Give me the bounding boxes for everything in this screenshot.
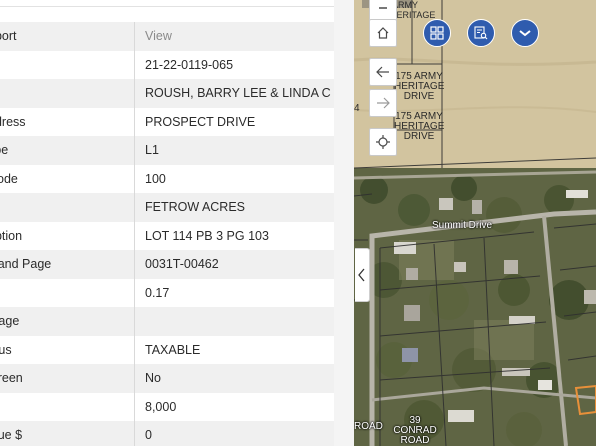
- attribute-label-cell: ddress: [0, 107, 135, 136]
- attribute-label: eport: [0, 29, 17, 44]
- attribute-row: s0.17: [0, 278, 334, 307]
- locate-button[interactable]: [369, 128, 397, 156]
- panel-scroll-gutter[interactable]: [334, 0, 354, 446]
- attribute-label: atus: [0, 342, 12, 357]
- attribute-row: $8,000: [0, 392, 334, 421]
- collapse-panel-button[interactable]: [355, 248, 370, 302]
- chevron-left-icon: [358, 268, 365, 282]
- arrow-left-icon: [376, 66, 389, 78]
- attribute-value: [134, 307, 334, 336]
- attribute-label-cell: alue $: [0, 421, 135, 446]
- attribute-value: 0: [134, 421, 334, 446]
- chevron-down-icon: [519, 30, 531, 37]
- attribute-row: ROUSH, BARRY LEE & LINDA C: [0, 79, 334, 108]
- attribute-row: otage: [0, 307, 334, 336]
- attribute-label: otage: [0, 314, 20, 329]
- arrow-right-icon: [377, 97, 390, 109]
- attribute-value: 21-22-0119-065: [134, 50, 334, 79]
- attribute-label-cell: [0, 50, 135, 79]
- attribute-label-cell: [0, 79, 135, 108]
- basemap-gallery-button[interactable]: [423, 19, 451, 47]
- attribute-value: 100: [134, 164, 334, 193]
- attribute-label-cell: s: [0, 278, 135, 307]
- parcel-number-label: 4: [354, 103, 360, 114]
- attribute-label-cell: eport: [0, 22, 135, 51]
- home-button[interactable]: [369, 19, 397, 47]
- collapse-toolbar-button[interactable]: [511, 19, 539, 47]
- panel-header: [0, 0, 334, 20]
- attribute-label-cell: $: [0, 392, 135, 421]
- attribute-label: k and Page: [0, 257, 52, 272]
- attribute-value: TAXABLE: [134, 335, 334, 364]
- locate-icon: [376, 135, 390, 149]
- road-label-road: ROAD: [354, 421, 383, 432]
- next-extent-button[interactable]: [369, 89, 397, 117]
- attribute-label-cell: otage: [0, 307, 135, 336]
- parcel-label-conrad: 39 CONRAD ROAD: [393, 415, 437, 446]
- attribute-row: ype L1: [0, 136, 334, 165]
- attribute-label-cell: ription: [0, 221, 135, 250]
- attribute-row: eport View: [0, 22, 334, 51]
- attribute-value: L1: [134, 136, 334, 165]
- attribute-value: LOT 114 PB 3 PG 103: [134, 221, 334, 250]
- road-label-summit: Summit Drive: [432, 220, 493, 231]
- attribute-value: FETROW ACRES: [134, 193, 334, 222]
- attribute-label: Code: [0, 171, 18, 186]
- attribute-row: ddress PROSPECT DRIVE: [0, 107, 334, 136]
- attribute-label-cell: atus: [0, 335, 135, 364]
- attribute-label: ription: [0, 228, 23, 243]
- search-list-icon: [474, 26, 488, 40]
- attribute-value: ROUSH, BARRY LEE & LINDA C: [134, 79, 334, 108]
- attribute-row: 21-22-0119-065: [0, 50, 334, 79]
- view-report-link[interactable]: View: [134, 22, 334, 51]
- previous-extent-button[interactable]: [369, 58, 397, 86]
- attribute-label: alue $: [0, 428, 23, 443]
- attribute-row: Green No: [0, 364, 334, 393]
- attribute-label: Green: [0, 371, 23, 386]
- attribute-value: 0.17: [134, 278, 334, 307]
- attribute-row: ription LOT 114 PB 3 PG 103: [0, 221, 334, 250]
- attribute-row: nFETROW ACRES: [0, 193, 334, 222]
- attribute-table: eport View21-22-0119-065ROUSH, BARRY LEE …: [0, 22, 334, 446]
- attribute-value: PROSPECT DRIVE: [134, 107, 334, 136]
- parcel-label-army-1: 175 ARMY HERITAGE DRIVE: [394, 71, 445, 102]
- attribute-row: atus TAXABLE: [0, 335, 334, 364]
- attribute-value: 8,000: [134, 392, 334, 421]
- attribute-label-cell: ype: [0, 136, 135, 165]
- grid-icon: [430, 26, 444, 40]
- attribute-row: Code 100: [0, 164, 334, 193]
- attribute-label-cell: k and Page: [0, 250, 135, 279]
- attribute-row: k and Page 0031T-00462: [0, 250, 334, 279]
- attribute-label-cell: n: [0, 193, 135, 222]
- attribute-label: ype: [0, 143, 9, 158]
- minus-icon: [379, 7, 387, 9]
- home-icon: [377, 27, 389, 39]
- query-button[interactable]: [467, 19, 495, 47]
- attribute-value: No: [134, 364, 334, 393]
- attribute-panel: eport View21-22-0119-065ROUSH, BARRY LEE …: [0, 0, 334, 446]
- attribute-value: 0031T-00462: [134, 250, 334, 279]
- attribute-label: ddress: [0, 114, 26, 129]
- attribute-row: alue $ 0: [0, 421, 334, 446]
- attribute-label-cell: Green: [0, 364, 135, 393]
- map-view[interactable]: 175 ARMY HERITAGE DRIVE 175 ARMY HERITAG…: [354, 0, 596, 446]
- parcel-label-army-2: 175 ARMY HERITAGE DRIVE: [394, 111, 445, 142]
- attribute-label-cell: Code: [0, 164, 135, 193]
